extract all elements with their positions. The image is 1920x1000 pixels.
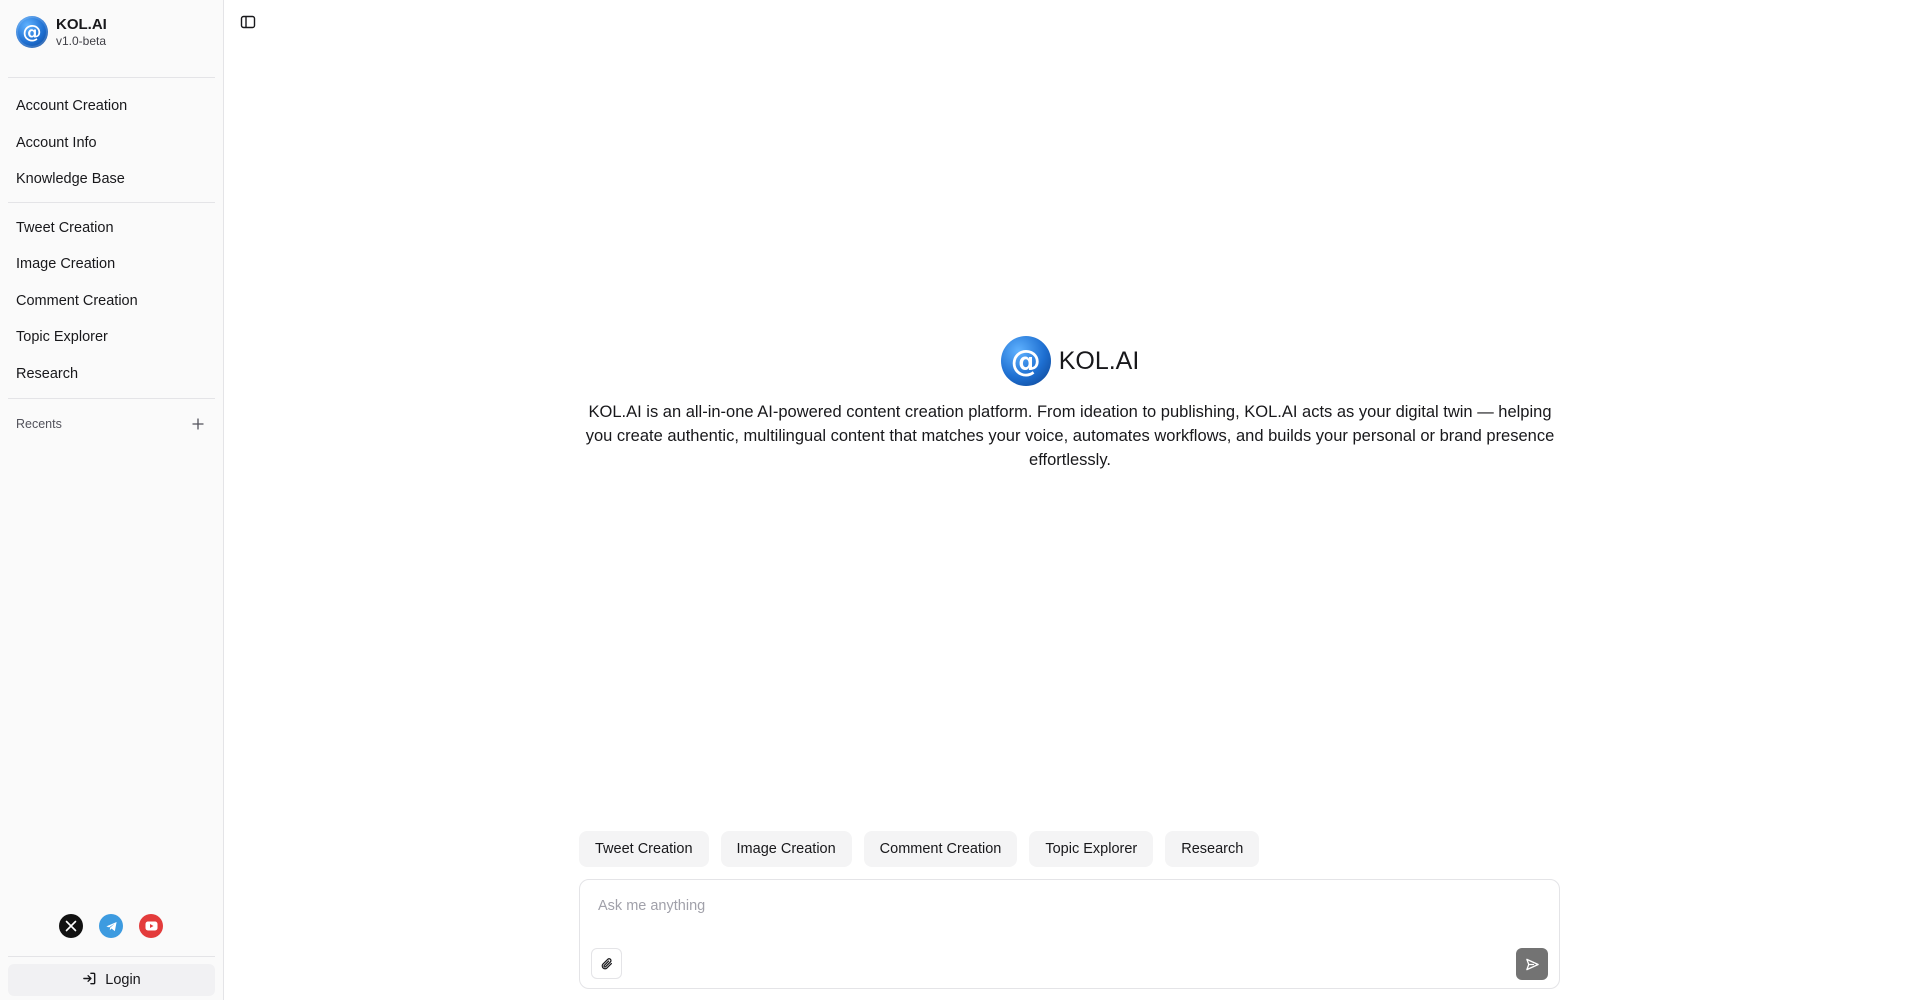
sidebar-toggle-icon[interactable] <box>238 12 258 32</box>
hero-heading: @ KOL.AI <box>580 336 1560 386</box>
sidebar-item-research[interactable]: Research <box>8 358 215 390</box>
send-icon[interactable] <box>1516 948 1548 980</box>
brand-text: KOL.AI v1.0-beta <box>56 16 107 48</box>
plus-icon[interactable] <box>189 415 207 433</box>
brand-version: v1.0-beta <box>56 34 107 48</box>
chip-tweet-creation[interactable]: Tweet Creation <box>579 831 709 867</box>
hero-description: KOL.AI is an all-in-one AI-powered conte… <box>585 403 1555 469</box>
divider <box>8 956 215 957</box>
divider <box>8 398 215 399</box>
sidebar-item-comment-creation[interactable]: Comment Creation <box>8 285 215 317</box>
youtube-icon[interactable] <box>139 914 163 938</box>
social-links <box>59 914 163 938</box>
recents-label: Recents <box>16 417 62 431</box>
quick-actions: Tweet Creation Image Creation Comment Cr… <box>579 831 1260 867</box>
login-button[interactable]: Login <box>8 964 215 996</box>
chip-comment-creation[interactable]: Comment Creation <box>863 831 1018 867</box>
divider <box>8 202 215 203</box>
chat-composer <box>579 879 1560 989</box>
sidebar-item-tweet-creation[interactable]: Tweet Creation <box>8 212 215 244</box>
divider <box>8 77 215 78</box>
brand-name: KOL.AI <box>56 16 107 33</box>
sidebar-item-topic-explorer[interactable]: Topic Explorer <box>8 321 215 353</box>
sidebar-item-account-info[interactable]: Account Info <box>8 127 215 159</box>
x-icon[interactable] <box>59 914 83 938</box>
chip-topic-explorer[interactable]: Topic Explorer <box>1029 831 1154 867</box>
recents-header: Recents <box>8 413 215 435</box>
kol-logo-icon: @ <box>1000 336 1051 386</box>
telegram-icon[interactable] <box>99 914 123 938</box>
chat-input[interactable] <box>598 892 1538 920</box>
chip-research[interactable]: Research <box>1165 831 1260 867</box>
sidebar: @ KOL.AI v1.0-beta Account Creation Acco… <box>0 0 224 1000</box>
chip-image-creation[interactable]: Image Creation <box>720 831 852 867</box>
login-icon <box>82 971 97 990</box>
brand[interactable]: @ KOL.AI v1.0-beta <box>16 16 107 49</box>
hero: @ KOL.AI KOL.AI is an all-in-one AI-powe… <box>580 336 1560 472</box>
login-label: Login <box>105 972 141 988</box>
paperclip-icon[interactable] <box>591 948 622 979</box>
sidebar-item-knowledge-base[interactable]: Knowledge Base <box>8 163 215 195</box>
hero-title: KOL.AI <box>1058 346 1140 375</box>
sidebar-item-image-creation[interactable]: Image Creation <box>8 248 215 280</box>
sidebar-item-account-creation[interactable]: Account Creation <box>8 90 215 122</box>
kol-logo-icon: @ <box>16 16 48 49</box>
